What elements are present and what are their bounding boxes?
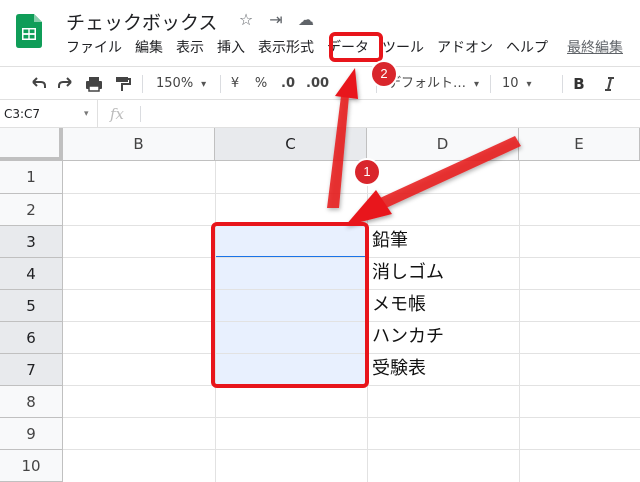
step-badge-2: 2 bbox=[372, 62, 396, 86]
highlight-data-menu bbox=[329, 32, 383, 62]
step-badge-1: 1 bbox=[355, 160, 379, 184]
highlight-selected-range bbox=[211, 222, 369, 388]
arrow-2 bbox=[327, 68, 358, 208]
